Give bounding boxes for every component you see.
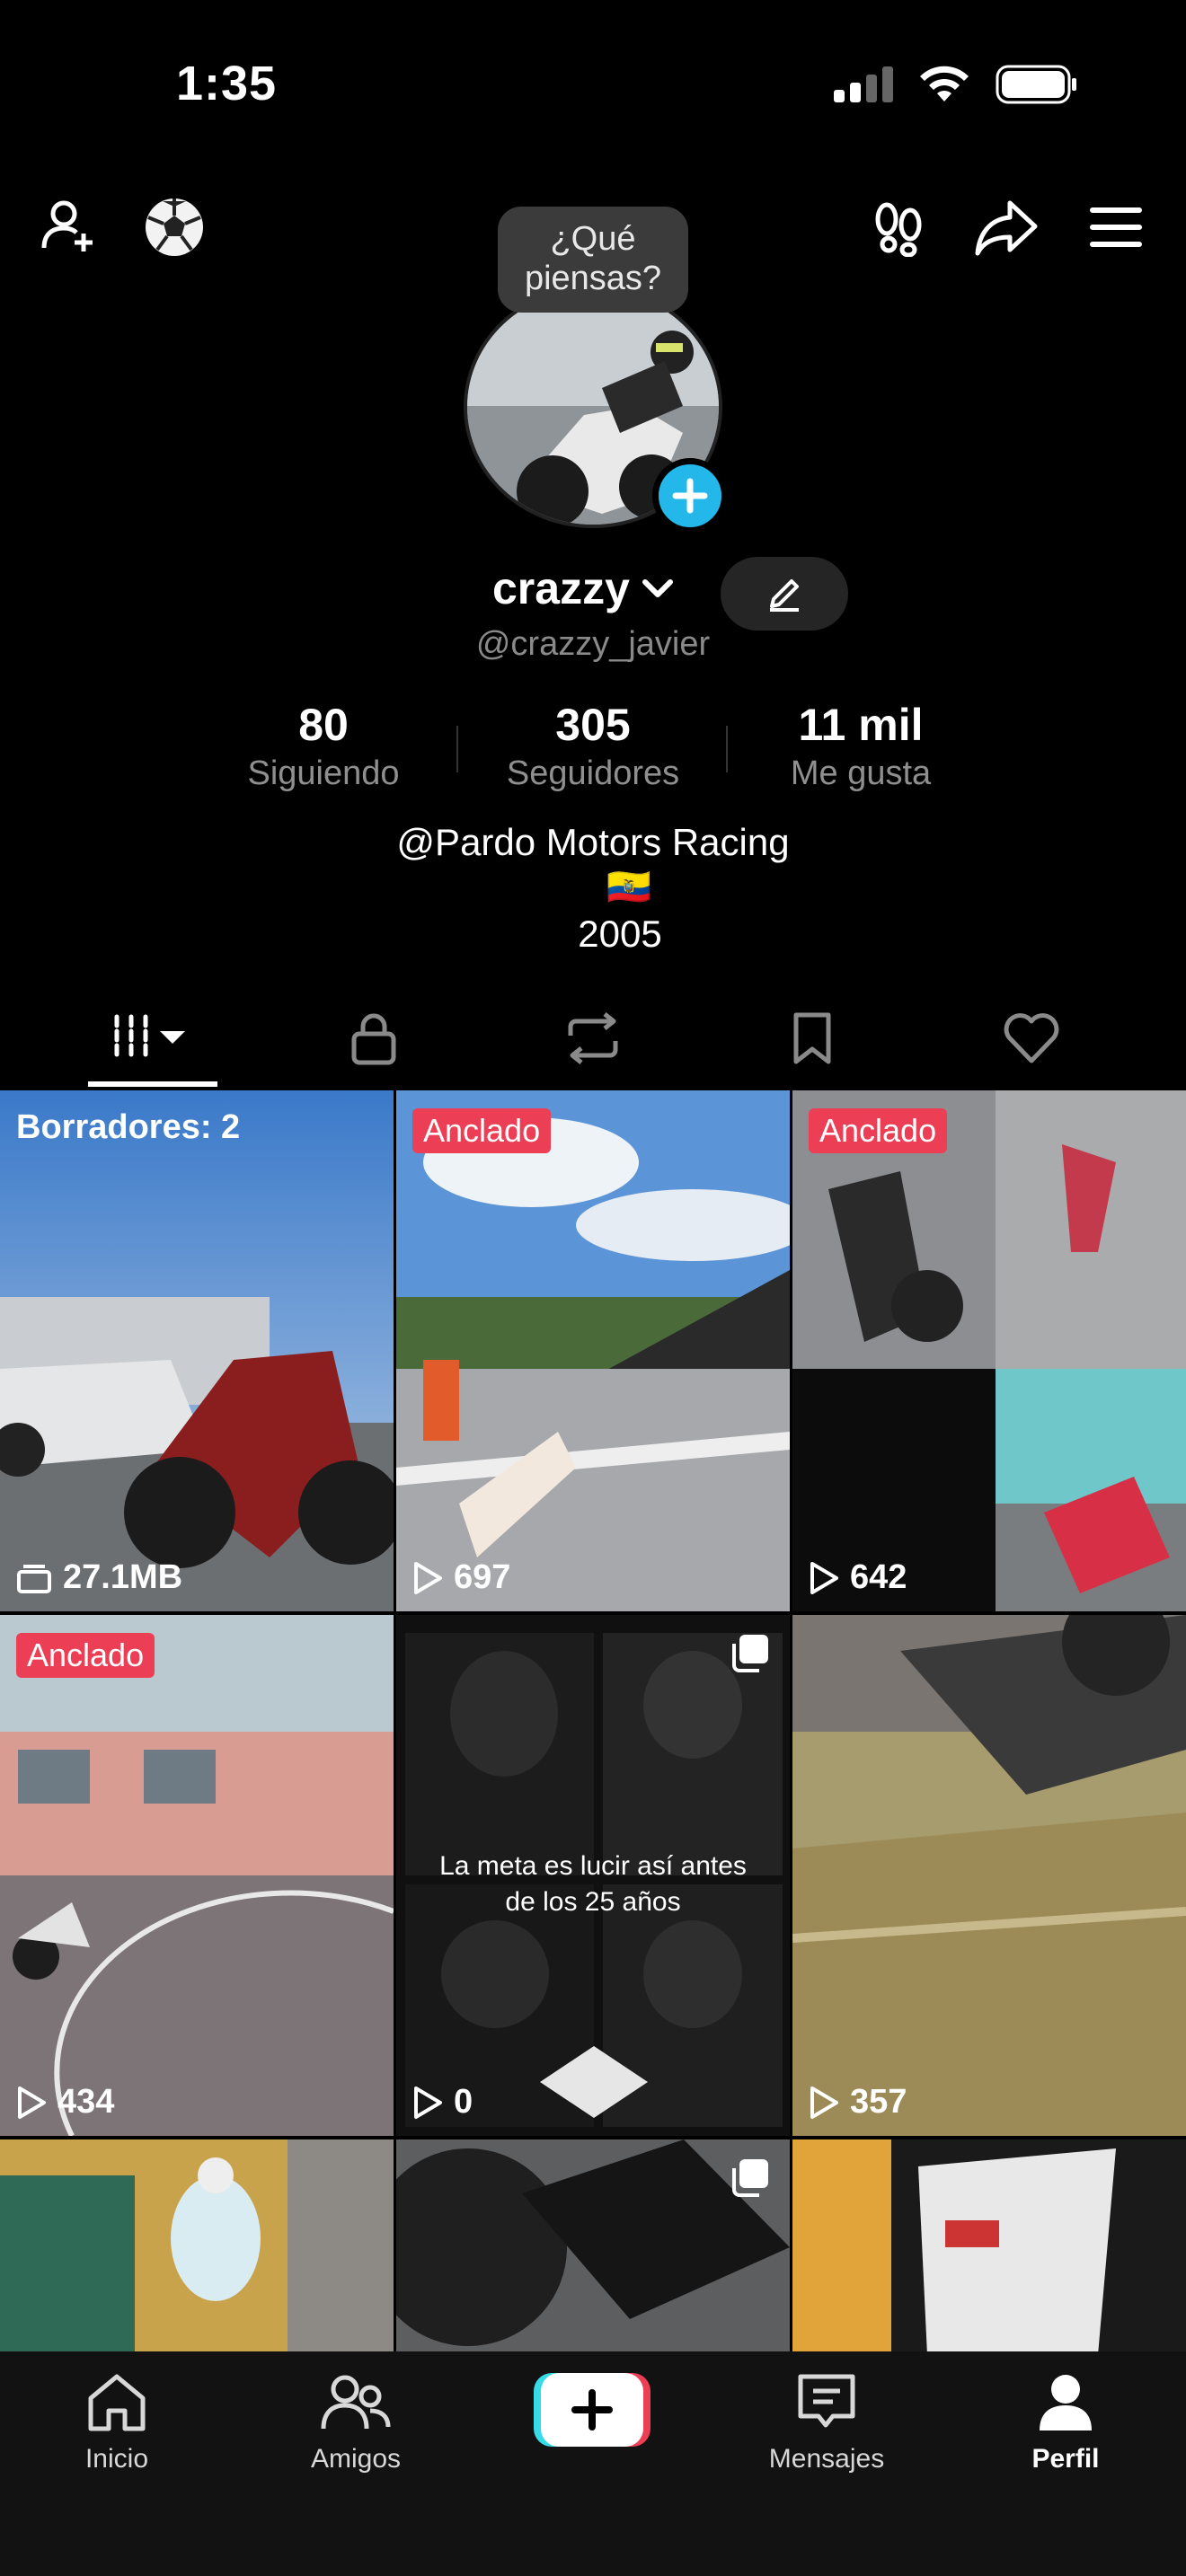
view-count-value: 697	[454, 1558, 511, 1596]
stat-value: 305	[555, 700, 631, 750]
nav-label: Amigos	[310, 2444, 402, 2474]
bio-line[interactable]: @Pardo Motors Racing	[0, 821, 1186, 864]
status-bar: 1:35	[0, 0, 1186, 171]
video-grid: Borradores: 2 27.1MB Anclado 697 Anclado…	[0, 1090, 1186, 2351]
video-cell[interactable]	[396, 2139, 790, 2351]
pencil-icon	[770, 579, 799, 612]
create-post-button[interactable]	[534, 2373, 651, 2447]
carousel-icon	[732, 2159, 768, 2197]
video-cell[interactable]: 357	[792, 1615, 1186, 2136]
tab-reposts[interactable]	[521, 988, 665, 1089]
wifi-icon	[920, 66, 969, 101]
user-handle: @crazzy_javier	[475, 625, 711, 663]
nav-label: Inicio	[84, 2444, 149, 2474]
tab-private[interactable]	[302, 988, 446, 1089]
home-icon	[88, 2374, 146, 2431]
status-time: 1:35	[176, 57, 278, 110]
nav-label: Mensajes	[768, 2444, 885, 2474]
friends-icon	[321, 2375, 391, 2430]
battery-icon	[996, 65, 1076, 104]
stat-following[interactable]: 80 Siguiendo	[225, 699, 422, 793]
footprints-icon[interactable]	[864, 196, 933, 259]
nav-friends[interactable]: Amigos	[275, 2371, 437, 2475]
grid-icon	[114, 1014, 185, 1063]
stat-likes[interactable]: 11 mil Me gusta	[762, 699, 960, 793]
play-icon	[810, 2086, 838, 2119]
video-cell[interactable]	[0, 2139, 394, 2351]
stat-value: 11 mil	[798, 700, 924, 750]
play-icon	[414, 1561, 442, 1594]
view-count-value: 357	[850, 2083, 907, 2121]
nav-home[interactable]: Inicio	[36, 2371, 198, 2475]
stat-label: Seguidores	[506, 754, 680, 792]
stat-followers[interactable]: 305 Seguidores	[485, 699, 701, 793]
view-count: 434	[16, 2083, 114, 2122]
add-friend-icon[interactable]	[34, 196, 102, 259]
thought-bubble[interactable]: ¿Qué piensas?	[498, 207, 688, 313]
view-count: 357	[809, 2083, 907, 2122]
nav-messages[interactable]: Mensajes	[746, 2371, 907, 2475]
view-count-value: 434	[58, 2083, 115, 2121]
stat-label: Me gusta	[790, 754, 932, 792]
video-cell[interactable]	[792, 2139, 1186, 2351]
view-count-value: 642	[850, 1558, 907, 1596]
tab-videos[interactable]	[81, 988, 225, 1089]
video-cell[interactable]: Anclado 434	[0, 1615, 394, 2136]
pinned-badge: Anclado	[809, 1108, 948, 1153]
play-icon	[18, 2086, 46, 2119]
tab-liked[interactable]	[960, 988, 1103, 1089]
heart-icon	[1004, 1013, 1059, 1063]
stat-value: 80	[298, 700, 349, 750]
video-cell[interactable]: La meta es lucir así antes de los 25 año…	[396, 1615, 790, 2136]
stat-divider	[456, 726, 458, 772]
drafts-size: 27.1MB	[16, 1558, 182, 1597]
nav-profile[interactable]: Perfil	[985, 2371, 1146, 2475]
drafts-label: Borradores: 2	[16, 1108, 241, 1146]
video-cell[interactable]: Anclado 697	[396, 1090, 790, 1611]
stat-divider	[726, 726, 728, 772]
soccer-ball-icon[interactable]	[140, 196, 208, 259]
name-row: crazzy	[0, 557, 1186, 631]
edit-profile-button[interactable]	[721, 557, 848, 631]
stat-label: Siguiendo	[247, 754, 400, 792]
cellular-signal-icon	[834, 66, 893, 102]
play-icon	[810, 1561, 838, 1594]
drafts-size-value: 27.1MB	[63, 1558, 183, 1596]
bio-line: 2005	[578, 913, 662, 955]
pinned-badge: Anclado	[16, 1633, 155, 1678]
bottom-navigation: Inicio Amigos Mensajes Perfil	[0, 2351, 1186, 2576]
nav-label: Perfil	[1031, 2444, 1100, 2474]
profile-icon	[1040, 2375, 1092, 2430]
video-cell[interactable]: Anclado 642	[792, 1090, 1186, 1611]
bookmark-icon	[793, 1012, 831, 1064]
drafts-cell[interactable]: Borradores: 2 27.1MB	[0, 1090, 394, 1611]
chevron-down-icon[interactable]	[640, 575, 676, 602]
share-icon[interactable]	[972, 196, 1040, 259]
play-icon	[414, 2086, 442, 2119]
flag-ecuador: 🇪🇨	[606, 868, 651, 907]
view-count: 697	[412, 1558, 510, 1597]
display-name[interactable]: crazzy	[492, 562, 630, 614]
messages-icon	[798, 2374, 855, 2428]
video-caption-overlay: La meta es lucir así antes de los 25 año…	[439, 1851, 747, 1917]
tab-saved[interactable]	[740, 988, 884, 1089]
repost-icon	[568, 1012, 618, 1064]
drafts-stack-icon	[17, 1564, 51, 1593]
add-story-button[interactable]	[652, 458, 728, 534]
profile-stats: 80 Siguiendo 305 Seguidores 11 mil Me gu…	[0, 699, 1186, 807]
active-tab-indicator	[88, 1081, 217, 1087]
carousel-icon	[732, 1635, 768, 1672]
view-count-value: 0	[454, 2083, 474, 2121]
content-tabs	[0, 988, 1186, 1089]
status-icons	[834, 65, 1078, 104]
view-count: 642	[809, 1558, 907, 1597]
view-count: 0	[412, 2083, 473, 2122]
menu-icon[interactable]	[1082, 196, 1150, 259]
pinned-badge: Anclado	[412, 1108, 552, 1153]
lock-icon	[351, 1013, 396, 1065]
